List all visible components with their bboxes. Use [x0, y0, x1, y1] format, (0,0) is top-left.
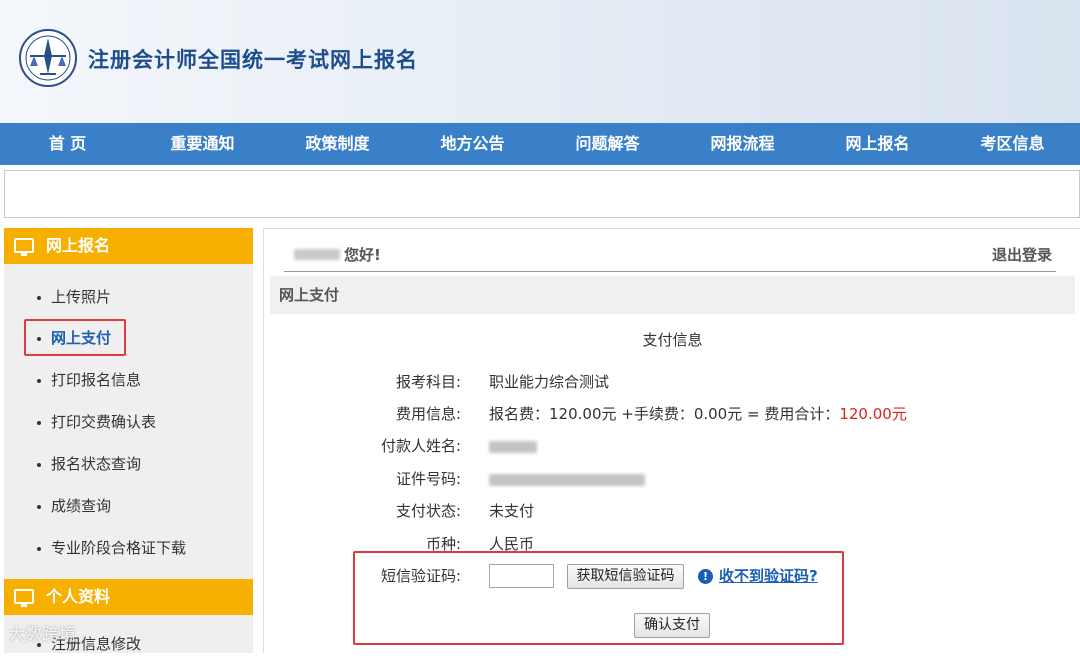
sidebar: 网上报名 上传照片 网上支付 打印报名信息 打印交费确认表 报名状态查询 成绩查…: [4, 228, 253, 653]
sidebar-item-label: 报名状态查询: [51, 455, 142, 473]
id-card-icon: [14, 589, 34, 607]
subject-label: 报考科目:: [395, 373, 461, 391]
sidebar-item-label: 打印报名信息: [51, 371, 142, 389]
row-subject: 报考科目: 职业能力综合测试: [264, 371, 1080, 393]
bullet-icon: [37, 547, 41, 551]
cicpa-logo-icon: [19, 29, 77, 87]
status-value: 未支付: [489, 502, 535, 520]
fee-value: 报名费：120.00元 +手续费：0.00元 = 费用合计：120.00元: [489, 403, 907, 425]
nav-policies[interactable]: 政策制度: [270, 123, 405, 165]
highlight-box: [24, 319, 126, 356]
section-title: 网上支付: [270, 276, 1075, 314]
nav-local-announcements[interactable]: 地方公告: [405, 123, 540, 165]
sidebar-item-print-info[interactable]: 打印报名信息: [4, 368, 253, 392]
main-panel: 您好! 退出登录 网上支付 支付信息 报考科目: 职业能力综合测试 费用信息: …: [263, 228, 1080, 653]
banner-strip: [4, 170, 1080, 218]
bullet-icon: [37, 296, 41, 300]
id-label: 证件号码:: [395, 470, 461, 488]
payer-label: 付款人姓名:: [380, 437, 461, 455]
watermark: 大数跨境: [8, 625, 76, 645]
site-title: 注册会计师全国统一考试网上报名: [88, 48, 418, 72]
bullet-icon: [37, 379, 41, 383]
nav-process[interactable]: 网报流程: [675, 123, 810, 165]
sidebar-item-label: 打印交费确认表: [51, 413, 157, 431]
sidebar-item-status-query[interactable]: 报名状态查询: [4, 452, 253, 476]
row-id: 证件号码:: [264, 468, 1080, 490]
highlight-box: [353, 551, 844, 645]
nav-notices[interactable]: 重要通知: [135, 123, 270, 165]
sidebar-section-profile: 个人资料: [4, 579, 253, 615]
bullet-icon: [37, 421, 41, 425]
id-value: [489, 468, 645, 490]
payment-info-title: 支付信息: [642, 331, 703, 349]
payer-name-redacted: [489, 440, 537, 453]
greeting: 您好!: [344, 246, 381, 264]
sidebar-section-label: 个人资料: [46, 587, 111, 606]
row-fee: 费用信息: 报名费：120.00元 +手续费：0.00元 = 费用合计：120.…: [264, 403, 1080, 425]
fee-breakdown: 报名费：120.00元 +手续费：0.00元 = 费用合计：: [489, 405, 840, 423]
monitor-icon: [14, 238, 34, 256]
bullet-icon: [37, 505, 41, 509]
sidebar-item-label: 上传照片: [51, 288, 112, 306]
bullet-icon: [37, 463, 41, 467]
row-status: 支付状态: 未支付: [264, 500, 1080, 522]
sidebar-item-label: 成绩查询: [51, 497, 112, 515]
sidebar-section-registration: 网上报名: [4, 228, 253, 264]
id-number-redacted: [489, 473, 645, 486]
sidebar-section-label: 网上报名: [46, 236, 111, 255]
username-redacted: [294, 249, 340, 260]
nav-exam-area[interactable]: 考区信息: [945, 123, 1080, 165]
sidebar-item-label: 专业阶段合格证下载: [51, 539, 187, 557]
main-nav: 首 页 重要通知 政策制度 地方公告 问题解答 网报流程 网上报名 考区信息: [0, 123, 1080, 165]
logout-link[interactable]: 退出登录: [992, 244, 1052, 265]
sidebar-item-certificate-download[interactable]: 专业阶段合格证下载: [4, 536, 253, 560]
fee-label: 费用信息:: [395, 405, 461, 423]
site-header: 注册会计师全国统一考试网上报名: [0, 0, 1080, 123]
nav-online-registration[interactable]: 网上报名: [810, 123, 945, 165]
sidebar-item-upload-photo[interactable]: 上传照片: [4, 285, 253, 309]
sidebar-item-score-query[interactable]: 成绩查询: [4, 494, 253, 518]
status-label: 支付状态:: [395, 502, 461, 520]
nav-faq[interactable]: 问题解答: [540, 123, 675, 165]
subject-value: 职业能力综合测试: [489, 373, 610, 391]
divider: [284, 271, 1056, 272]
payer-value: [489, 435, 537, 457]
nav-home[interactable]: 首 页: [0, 123, 135, 165]
row-payer: 付款人姓名:: [264, 435, 1080, 457]
sidebar-item-print-receipt[interactable]: 打印交费确认表: [4, 410, 253, 434]
fee-total: 120.00元: [839, 405, 907, 423]
